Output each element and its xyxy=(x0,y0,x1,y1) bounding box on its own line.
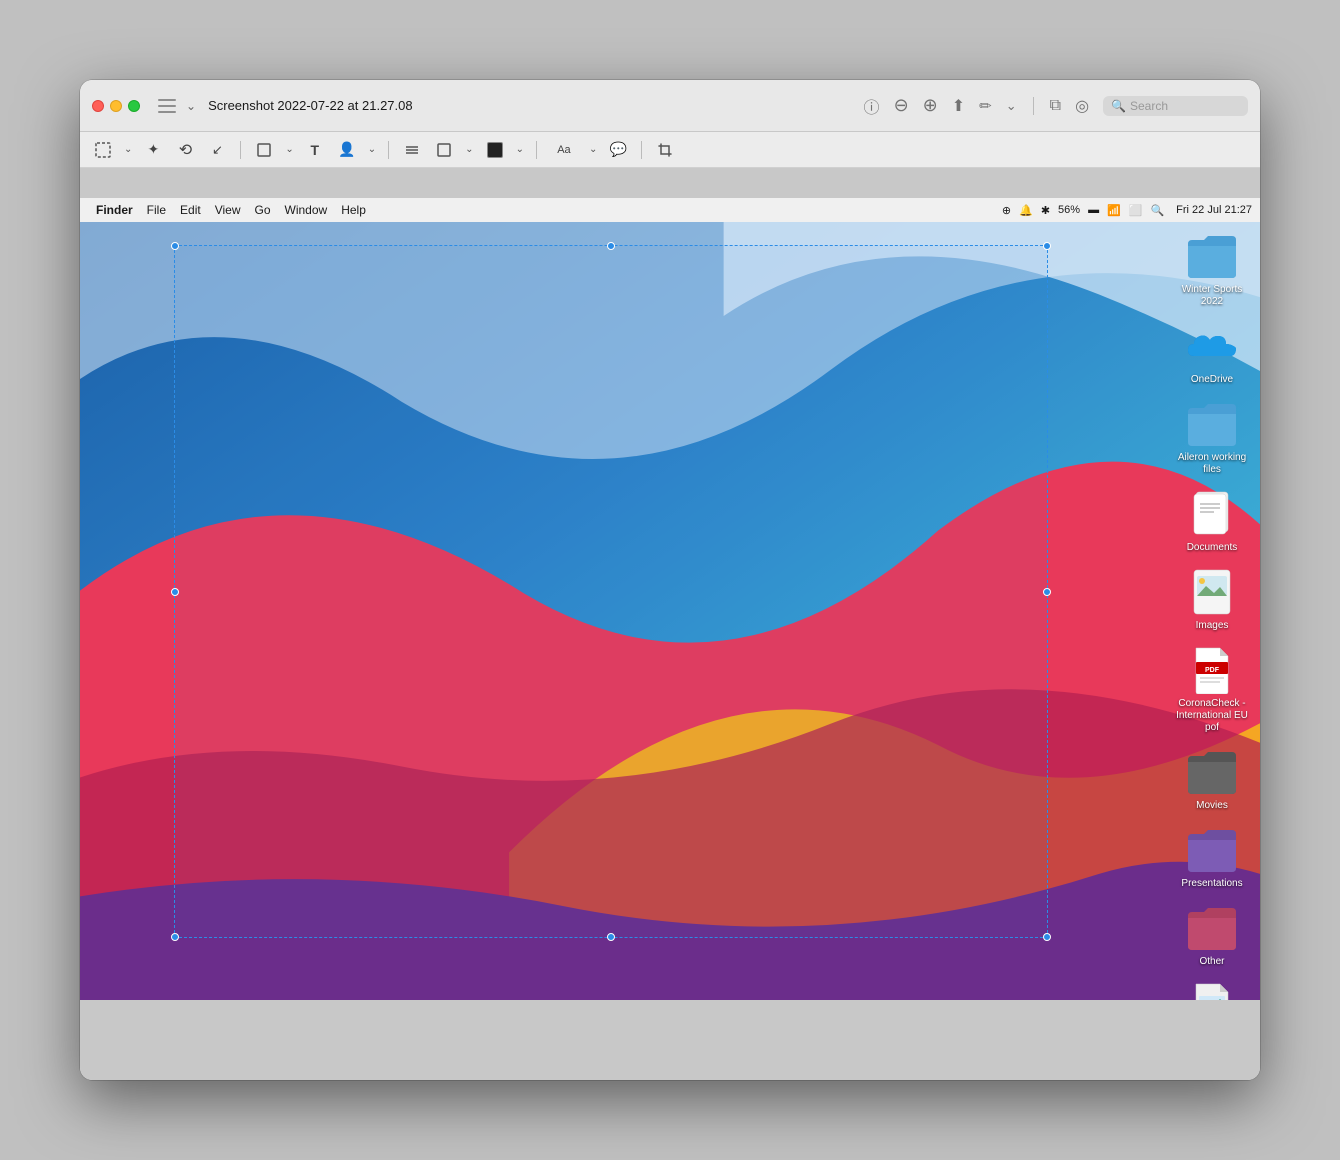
chevron-down-icon: ⌄ xyxy=(186,99,196,113)
minimize-button[interactable] xyxy=(110,100,122,112)
desktop-icon-documents[interactable]: Documents xyxy=(1172,484,1252,558)
svg-text:PDF: PDF xyxy=(1205,667,1220,674)
desktop-icon-images[interactable]: Images xyxy=(1172,562,1252,636)
documents-icon xyxy=(1186,488,1238,540)
chevron-icon-6[interactable]: ⌄ xyxy=(589,144,597,155)
selection-tool-button[interactable] xyxy=(92,139,114,161)
folder-icon-other xyxy=(1186,902,1238,954)
bluetooth-icon[interactable]: ✱ xyxy=(1041,204,1050,217)
path-tool-button[interactable]: ↙ xyxy=(206,139,228,161)
battery-label: 56% xyxy=(1058,204,1080,216)
wallpaper: Winter Sports 2022 OneDrive xyxy=(80,222,1260,1000)
top-gray-area xyxy=(80,168,1260,198)
menubar-right: ⊕ 🔔 ✱ 56% ▬ 📶 ⬜ 🔍 Fri 22 Jul 21:27 xyxy=(1002,204,1252,217)
folder-icon-presentations xyxy=(1186,824,1238,876)
shape-fill-button[interactable] xyxy=(433,139,455,161)
images-label: Images xyxy=(1196,620,1229,632)
notification-icon[interactable]: 🔔 xyxy=(1019,204,1033,217)
align-button[interactable] xyxy=(401,139,423,161)
bottom-bar xyxy=(80,1000,1260,1080)
images-icon xyxy=(1186,566,1238,618)
chevron-icon[interactable]: ⌄ xyxy=(1006,98,1017,114)
help-menu[interactable]: Help xyxy=(341,203,366,217)
movies-label: Movies xyxy=(1196,800,1228,812)
folder-icon-aileron xyxy=(1186,398,1238,450)
desktop-icon-screenshot-file[interactable]: Screenshot 2022-07...21.25.09 xyxy=(1172,976,1252,1000)
zoom-out-icon[interactable]: ⊖ xyxy=(894,95,909,116)
title-bar: ⌄ Screenshot 2022-07-22 at 21.27.08 ⓘ ⊖ … xyxy=(80,80,1260,132)
onedrive-icon xyxy=(1186,320,1238,372)
file-menu[interactable]: File xyxy=(147,203,166,217)
chevron-icon[interactable]: ⌄ xyxy=(124,144,132,155)
zoom-in-icon[interactable]: ⊕ xyxy=(923,95,938,116)
other-label: Other xyxy=(1199,956,1224,968)
person-tool-button[interactable]: 👤 xyxy=(336,139,358,161)
instant-alpha-button[interactable]: ✦ xyxy=(142,139,164,161)
desktop-icon-presentations[interactable]: Presentations xyxy=(1172,820,1252,894)
go-menu[interactable]: Go xyxy=(255,203,271,217)
close-button[interactable] xyxy=(92,100,104,112)
main-window: ⌄ Screenshot 2022-07-22 at 21.27.08 ⓘ ⊖ … xyxy=(80,80,1260,1080)
presentations-label: Presentations xyxy=(1181,878,1242,890)
chevron-icon-5[interactable]: ⌄ xyxy=(516,144,524,155)
folder-icon-movies xyxy=(1186,746,1238,798)
main-content: Finder File Edit View Go Window Help ⊕ 🔔… xyxy=(80,168,1260,1080)
desktop-icons: Winter Sports 2022 OneDrive xyxy=(1172,226,1252,1000)
mac-menubar: Finder File Edit View Go Window Help ⊕ 🔔… xyxy=(80,198,1260,222)
toolbar-icons: ⓘ ⊖ ⊕ ⬆ ✏ ⌄ ⧉ ◎ 🔍 xyxy=(864,94,1248,118)
text-tool-button[interactable]: T xyxy=(304,139,326,161)
chevron-icon-3[interactable]: ⌄ xyxy=(368,144,376,155)
shapes-button[interactable] xyxy=(253,139,275,161)
view-menu[interactable]: View xyxy=(215,203,241,217)
share-icon[interactable]: ⬆ xyxy=(952,96,965,116)
screenshot-file-icon xyxy=(1186,980,1238,1000)
window-title: Screenshot 2022-07-22 at 21.27.08 xyxy=(208,98,413,113)
desktop-icon-other[interactable]: Other xyxy=(1172,898,1252,972)
desktop-icon-winter-sports[interactable]: Winter Sports 2022 xyxy=(1172,226,1252,312)
font-button[interactable]: Aa xyxy=(549,139,579,161)
pdf-icon-coronacheck: PDF xyxy=(1186,644,1238,696)
annotation-button[interactable]: 💬 xyxy=(607,139,629,161)
aileron-label: Aileron working files xyxy=(1176,452,1248,476)
info-icon[interactable]: ⓘ xyxy=(864,94,880,118)
toolbar-divider xyxy=(1033,97,1034,115)
search-input[interactable] xyxy=(1130,99,1240,113)
color-swatch-button[interactable] xyxy=(484,139,506,161)
edit-menu[interactable]: Edit xyxy=(180,203,201,217)
chevron-icon-4[interactable]: ⌄ xyxy=(465,144,473,155)
screen-icon[interactable]: ⬜ xyxy=(1129,204,1143,217)
traffic-lights xyxy=(92,100,140,112)
pencil-icon[interactable]: ✏ xyxy=(979,97,992,115)
window-icon[interactable]: ⧉ xyxy=(1050,97,1061,115)
finder-menu[interactable]: Finder xyxy=(96,203,133,217)
sidebar-toggle-button[interactable] xyxy=(158,99,176,113)
lasso-tool-button[interactable]: ⟲ xyxy=(174,139,196,161)
menu-items: Finder File Edit View Go Window Help xyxy=(96,203,366,217)
maximize-button[interactable] xyxy=(128,100,140,112)
desktop-area: Finder File Edit View Go Window Help ⊕ 🔔… xyxy=(80,198,1260,1000)
search-icon: 🔍 xyxy=(1111,99,1126,113)
desktop-icon-onedrive[interactable]: OneDrive xyxy=(1172,316,1252,390)
translate-icon: ⊕ xyxy=(1002,204,1011,217)
window-menu[interactable]: Window xyxy=(285,203,328,217)
coronacheck-label: CoronaCheck - International EU pof xyxy=(1176,698,1248,734)
desktop-icon-coronacheck[interactable]: PDF CoronaCheck - International EU pof xyxy=(1172,640,1252,738)
date-time: Fri 22 Jul 21:27 xyxy=(1176,204,1252,216)
second-toolbar: ⌄ ✦ ⟲ ↙ ⌄ T 👤 ⌄ xyxy=(80,132,1260,168)
documents-label: Documents xyxy=(1187,542,1238,554)
folder-icon-winter-sports xyxy=(1186,230,1238,282)
desktop-icon-aileron[interactable]: Aileron working files xyxy=(1172,394,1252,480)
onedrive-label: OneDrive xyxy=(1191,374,1233,386)
battery-icon: ▬ xyxy=(1088,204,1099,216)
search-icon-menubar[interactable]: 🔍 xyxy=(1150,204,1164,217)
wifi-icon[interactable]: 📶 xyxy=(1107,204,1121,217)
winter-sports-label: Winter Sports 2022 xyxy=(1176,284,1248,308)
crop-button[interactable] xyxy=(654,139,676,161)
search-box[interactable]: 🔍 xyxy=(1103,96,1248,116)
markup-icon[interactable]: ◎ xyxy=(1075,96,1089,116)
chevron-icon-2[interactable]: ⌄ xyxy=(285,144,293,155)
desktop-icon-movies[interactable]: Movies xyxy=(1172,742,1252,816)
